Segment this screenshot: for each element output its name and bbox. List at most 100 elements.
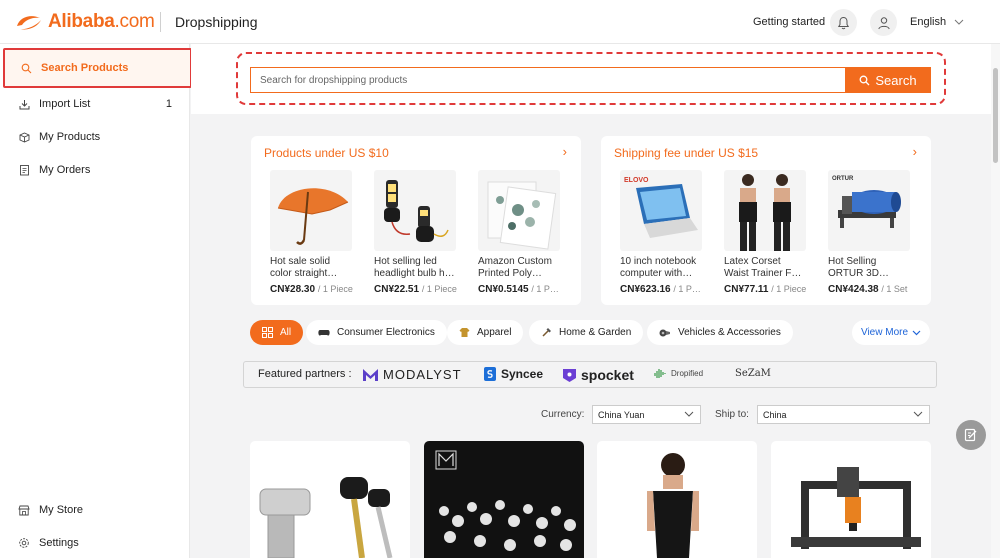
sidebar-item-my-orders[interactable]: My Orders bbox=[0, 153, 190, 187]
chevron-right-icon[interactable]: › bbox=[563, 144, 567, 159]
product-image-notebook: ELOVO bbox=[620, 170, 702, 251]
currency-select[interactable]: China Yuan bbox=[592, 405, 701, 424]
product-price: CN¥0.5145 / 1 P… bbox=[478, 284, 559, 295]
sidebar-item-my-store[interactable]: My Store bbox=[0, 493, 190, 527]
product-image-laser-engraver bbox=[791, 467, 921, 549]
view-more-label: View More bbox=[860, 327, 909, 338]
user-menu-button[interactable] bbox=[870, 9, 897, 36]
chip-label: Consumer Electronics bbox=[337, 327, 435, 338]
scrollbar-thumb[interactable] bbox=[993, 68, 998, 163]
product-tile[interactable]: Hot selling led headlight bulb h… CN¥22.… bbox=[374, 170, 457, 295]
partner-modalyst[interactable]: MODALYST bbox=[363, 367, 462, 382]
category-chip-home-garden[interactable]: Home & Garden bbox=[529, 320, 644, 345]
car-part-icon bbox=[659, 329, 670, 336]
language-selector[interactable]: English bbox=[910, 16, 964, 28]
dropified-logo-icon bbox=[654, 369, 666, 378]
sidebar: Search Products Import List 1 My Product… bbox=[0, 44, 192, 558]
product-price: CN¥77.11 / 1 Piece bbox=[724, 284, 807, 295]
sidebar-item-settings[interactable]: Settings bbox=[0, 526, 190, 558]
chip-label: All bbox=[280, 327, 292, 338]
ship-to-select[interactable]: China bbox=[757, 405, 930, 424]
product-tile[interactable]: ELOVO 10 inch notebook computer with… CN… bbox=[620, 170, 702, 295]
bell-icon bbox=[837, 16, 850, 29]
search-button[interactable]: Search bbox=[845, 67, 931, 93]
orders-icon bbox=[18, 164, 30, 176]
page-title: Dropshipping bbox=[175, 14, 258, 30]
product-name: Hot Selling ORTUR 3D… bbox=[828, 256, 889, 279]
gamepad-icon bbox=[318, 330, 330, 336]
alibaba-logo[interactable]: Alibaba.com bbox=[14, 11, 155, 33]
product-price: CN¥22.51 / 1 Piece bbox=[374, 284, 457, 295]
currency-value: China Yuan bbox=[598, 409, 645, 420]
chevron-down-icon bbox=[684, 411, 694, 417]
getting-started-link[interactable]: Getting started bbox=[753, 16, 825, 28]
partner-name: Dropified bbox=[671, 368, 704, 378]
chip-label: Vehicles & Accessories bbox=[678, 327, 781, 338]
gear-icon bbox=[18, 537, 30, 549]
product-name: Latex Corset Waist Trainer F… bbox=[724, 256, 802, 279]
chevron-down-icon bbox=[954, 19, 964, 25]
product-card[interactable] bbox=[597, 441, 757, 558]
product-image-keys bbox=[259, 477, 393, 558]
product-image-headlight bbox=[374, 170, 456, 251]
partner-syncee[interactable]: Syncee bbox=[484, 367, 543, 381]
partner-name: SeZaM bbox=[735, 368, 771, 379]
product-tile[interactable]: Hot sale solid color straight… CN¥28.30 … bbox=[270, 170, 353, 295]
language-label: English bbox=[910, 16, 947, 28]
sidebar-item-import-list[interactable]: Import List 1 bbox=[0, 87, 190, 121]
category-chip-consumer-electronics[interactable]: Consumer Electronics bbox=[306, 320, 447, 345]
product-price: CN¥28.30 / 1 Piece bbox=[270, 284, 353, 295]
sidebar-item-label: My Store bbox=[39, 504, 84, 516]
chip-label: Home & Garden bbox=[559, 327, 632, 338]
user-icon bbox=[877, 16, 890, 29]
product-card[interactable] bbox=[771, 441, 931, 558]
product-image-poly-mailer bbox=[478, 170, 560, 251]
promo-card-under-10[interactable]: Products under US $10 › Hot sale solid c… bbox=[251, 136, 581, 305]
partner-name: MODALYST bbox=[383, 367, 462, 382]
header-divider bbox=[160, 12, 161, 32]
category-chip-vehicles-accessories[interactable]: Vehicles & Accessories bbox=[647, 320, 793, 345]
store-icon bbox=[18, 504, 30, 516]
product-price: CN¥623.16 / 1 P… bbox=[620, 284, 701, 295]
product-name: Hot selling led headlight bulb h… bbox=[374, 256, 455, 279]
grid-icon bbox=[262, 327, 273, 338]
chevron-down-icon bbox=[912, 330, 921, 335]
product-card[interactable] bbox=[250, 441, 410, 558]
logo-suffix: .com bbox=[114, 11, 155, 32]
chevron-right-icon[interactable]: › bbox=[913, 144, 917, 159]
product-card[interactable] bbox=[424, 441, 584, 558]
ship-to-label: Ship to: bbox=[715, 409, 749, 420]
garden-tool-icon bbox=[542, 328, 551, 337]
product-name: Hot sale solid color straight… bbox=[270, 256, 338, 279]
sidebar-item-search-products[interactable]: Search Products bbox=[3, 48, 192, 88]
modalyst-logo-icon bbox=[363, 368, 378, 381]
notifications-button[interactable] bbox=[830, 9, 857, 36]
search-icon bbox=[20, 62, 32, 74]
feedback-button[interactable] bbox=[956, 420, 986, 450]
partner-dropified[interactable]: Dropified bbox=[654, 367, 703, 379]
partner-name: spocket bbox=[581, 367, 634, 383]
category-chip-apparel[interactable]: Apparel bbox=[447, 320, 524, 345]
partner-spocket[interactable]: spocket bbox=[563, 367, 634, 383]
shirt-icon bbox=[459, 328, 470, 337]
chevron-down-icon bbox=[913, 411, 923, 417]
page-scrollbar[interactable] bbox=[991, 44, 1000, 558]
search-icon bbox=[859, 75, 870, 85]
product-tile[interactable]: ORTUR Hot Selling ORTUR 3D… CN¥424.38 / … bbox=[828, 170, 910, 295]
promo-card-shipping-under-15[interactable]: Shipping fee under US $15 › ELOVO 10 inc… bbox=[601, 136, 931, 305]
logo-text: Alibaba bbox=[48, 11, 115, 32]
product-tile[interactable]: Latex Corset Waist Trainer F… CN¥77.11 /… bbox=[724, 170, 806, 295]
view-more-button[interactable]: View More bbox=[852, 320, 930, 345]
category-chip-all[interactable]: All bbox=[250, 320, 304, 345]
chip-label: Apparel bbox=[477, 327, 512, 338]
product-image-ortur-engraver: ORTUR bbox=[828, 170, 910, 251]
sidebar-item-my-products[interactable]: My Products bbox=[0, 120, 190, 154]
product-image-umbrella bbox=[270, 170, 352, 251]
syncee-logo-icon bbox=[484, 367, 496, 381]
svg-text:ELOVO: ELOVO bbox=[624, 177, 649, 184]
currency-label: Currency: bbox=[541, 409, 585, 420]
product-tile[interactable]: Amazon Custom Printed Poly… CN¥0.5145 / … bbox=[478, 170, 560, 295]
svg-text:ORTUR: ORTUR bbox=[832, 176, 854, 182]
partner-sezam[interactable]: SeZaM bbox=[735, 368, 771, 379]
search-input[interactable] bbox=[250, 67, 847, 93]
